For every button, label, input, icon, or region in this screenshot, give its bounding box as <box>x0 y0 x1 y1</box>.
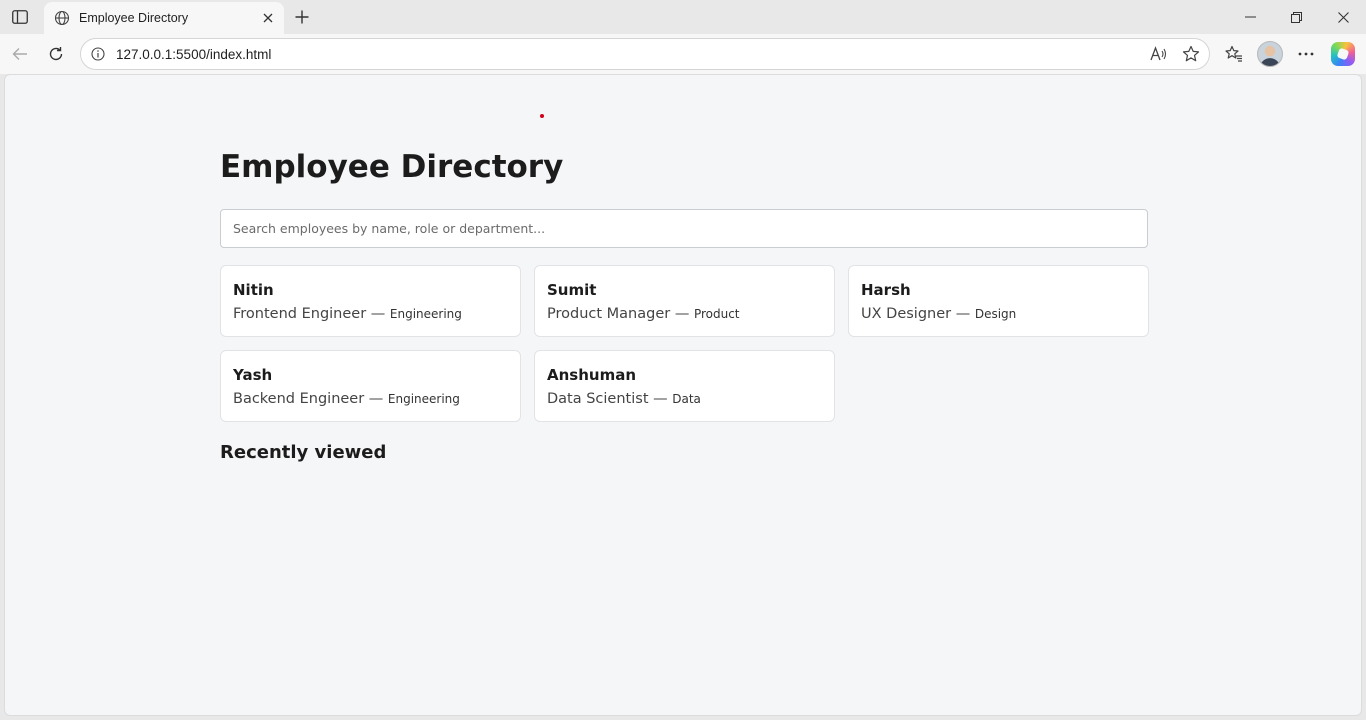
star-icon[interactable] <box>1181 44 1201 64</box>
restore-icon[interactable] <box>1273 0 1319 34</box>
separator: — <box>370 306 386 322</box>
employee-card[interactable]: Yash Backend Engineer — Engineering <box>220 350 521 422</box>
plus-icon[interactable] <box>290 5 314 29</box>
back-icon[interactable] <box>6 40 34 68</box>
favorites-icon[interactable] <box>1220 40 1248 68</box>
employee-department: Design <box>974 307 1017 321</box>
employee-name: Nitin <box>233 281 274 299</box>
employee-department: Data <box>672 392 701 406</box>
employee-card[interactable]: Harsh UX Designer — Design <box>848 265 1149 337</box>
copilot-icon[interactable] <box>1331 42 1355 66</box>
search-input[interactable] <box>220 209 1148 248</box>
page-title: Employee Directory <box>220 149 564 185</box>
separator: — <box>955 306 971 322</box>
separator: — <box>674 306 690 322</box>
sidebar-icon[interactable] <box>8 6 32 28</box>
info-icon[interactable] <box>89 45 107 63</box>
cursor-dot <box>540 114 544 118</box>
employee-role: Data Scientist <box>547 391 649 407</box>
employee-meta: Data Scientist — Data <box>547 391 822 407</box>
browser-toolbar: 127.0.0.1:5500/index.html <box>0 34 1366 74</box>
employee-card[interactable]: Sumit Product Manager — Product <box>534 265 835 337</box>
close-icon[interactable] <box>260 10 276 26</box>
employee-card[interactable]: Anshuman Data Scientist — Data <box>534 350 835 422</box>
window-close-icon[interactable] <box>1320 0 1366 34</box>
employee-role: Product Manager <box>547 306 671 322</box>
directory-container: Employee Directory Nitin Frontend Engine… <box>220 145 1149 463</box>
read-aloud-icon[interactable] <box>1149 44 1169 64</box>
tab-strip: Employee Directory <box>0 0 1366 34</box>
tab-employee-directory[interactable]: Employee Directory <box>44 2 284 34</box>
employee-meta: Frontend Engineer — Engineering <box>233 306 508 322</box>
employee-meta: UX Designer — Design <box>861 306 1136 322</box>
employee-meta: Backend Engineer — Engineering <box>233 391 508 407</box>
refresh-icon[interactable] <box>42 40 70 68</box>
tab-title: Employee Directory <box>79 11 189 25</box>
address-bar[interactable]: 127.0.0.1:5500/index.html <box>80 38 1210 70</box>
employee-role: Backend Engineer <box>233 391 365 407</box>
avatar[interactable] <box>1257 41 1283 67</box>
employee-name: Sumit <box>547 281 597 299</box>
separator: — <box>653 391 668 407</box>
employee-name: Anshuman <box>547 366 637 384</box>
employee-card[interactable]: Nitin Frontend Engineer — Engineering <box>220 265 521 337</box>
employee-name: Yash <box>233 366 273 384</box>
employee-department: Engineering <box>389 307 462 321</box>
employee-name: Harsh <box>861 281 911 299</box>
employee-department: Engineering <box>387 392 460 406</box>
recently-viewed-heading: Recently viewed <box>220 442 387 463</box>
employee-grid: Nitin Frontend Engineer — Engineering Su… <box>220 265 1149 422</box>
minimize-icon[interactable] <box>1227 0 1273 34</box>
employee-role: UX Designer <box>861 306 952 322</box>
employee-department: Product <box>693 307 740 321</box>
employee-role: Frontend Engineer <box>233 306 367 322</box>
more-icon[interactable] <box>1292 40 1320 68</box>
address-url[interactable]: 127.0.0.1:5500/index.html <box>116 47 1209 62</box>
separator: — <box>368 391 384 407</box>
employee-meta: Product Manager — Product <box>547 306 822 322</box>
page-viewport: Employee Directory Nitin Frontend Engine… <box>4 74 1362 716</box>
globe-icon <box>54 10 70 26</box>
